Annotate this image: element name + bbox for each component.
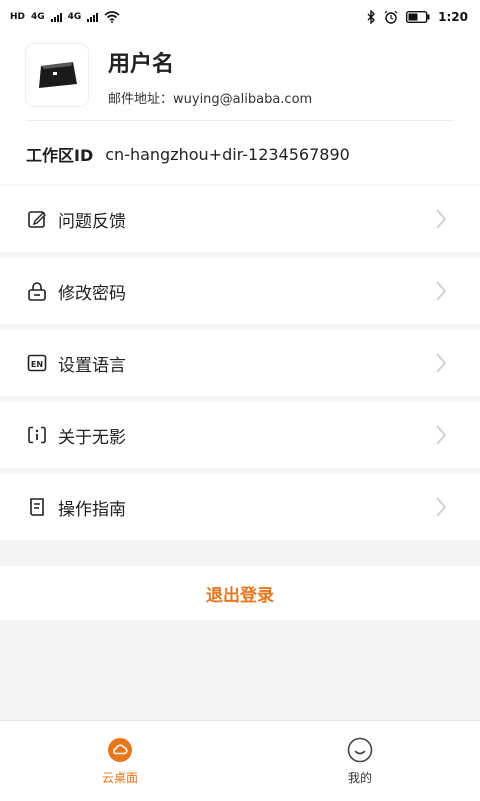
signal-icon (87, 12, 99, 22)
network-type-2: 4G (67, 12, 82, 22)
lock-icon (26, 280, 48, 302)
workspace-id-label: 工作区ID (26, 146, 94, 165)
tab-label: 我的 (347, 770, 372, 785)
status-bar-left: HD 4G 4G (0, 11, 120, 23)
network-type-1: 4G (31, 12, 45, 22)
bluetooth-icon (367, 10, 376, 24)
avatar (26, 44, 88, 106)
guide-icon (26, 496, 48, 518)
menu-item-label: 修改密码 (58, 283, 126, 304)
svg-text:EN: EN (31, 360, 43, 369)
status-bar-right: 1:20 (366, 10, 480, 24)
info-icon (26, 424, 48, 446)
workspace-id-value: cn-hangzhou+dir-1234567890 (105, 144, 350, 164)
chevron-right-icon (436, 425, 446, 445)
alarm-icon (384, 10, 398, 24)
menu-item-label: 设置语言 (58, 355, 126, 376)
tab-cloud-desktop[interactable]: 云桌面 (0, 721, 240, 801)
bottom-tab-bar: 云桌面 我的 (0, 720, 480, 801)
language-en-icon: EN (26, 352, 48, 374)
menu-item-language[interactable]: EN 设置语言 (0, 330, 480, 396)
menu-item-feedback[interactable]: 问题反馈 (0, 186, 480, 252)
chevron-right-icon (436, 209, 446, 229)
logout-button[interactable]: 退出登录 (0, 566, 480, 620)
username: 用户名 (108, 52, 175, 77)
email-address: 邮件地址：wuying@alibaba.com (108, 92, 313, 107)
chevron-right-icon (436, 353, 446, 373)
edit-icon (26, 208, 48, 230)
smile-icon (347, 737, 373, 762)
signal-icon (50, 12, 62, 22)
menu-item-change-password[interactable]: 修改密码 (0, 258, 480, 324)
divider (26, 120, 454, 121)
battery-icon (406, 11, 430, 23)
cloud-icon (108, 737, 132, 762)
profile-card: 用户名 邮件地址：wuying@alibaba.com 工作区ID cn-han… (0, 34, 480, 184)
hd-indicator: HD (10, 12, 26, 22)
workspace-id-row: 工作区ID cn-hangzhou+dir-1234567890 (26, 142, 350, 166)
cube-logo-icon (39, 62, 77, 88)
menu-item-label: 操作指南 (58, 499, 126, 520)
tab-label: 云桌面 (101, 770, 138, 785)
logout-label: 退出登录 (206, 585, 274, 606)
menu-item-label: 关于无影 (58, 427, 126, 448)
tab-mine[interactable]: 我的 (240, 721, 480, 801)
settings-menu: 问题反馈 修改密码 EN 设置语言 关于无影 操作指南 (0, 186, 480, 546)
chevron-right-icon (436, 497, 446, 517)
status-bar: HD 4G 4G 1:20 (0, 0, 480, 34)
wifi-icon (104, 11, 120, 23)
clock-time: 1:20 (438, 10, 468, 24)
menu-item-guide[interactable]: 操作指南 (0, 474, 480, 540)
chevron-right-icon (436, 281, 446, 301)
menu-item-about[interactable]: 关于无影 (0, 402, 480, 468)
menu-item-label: 问题反馈 (58, 211, 126, 232)
